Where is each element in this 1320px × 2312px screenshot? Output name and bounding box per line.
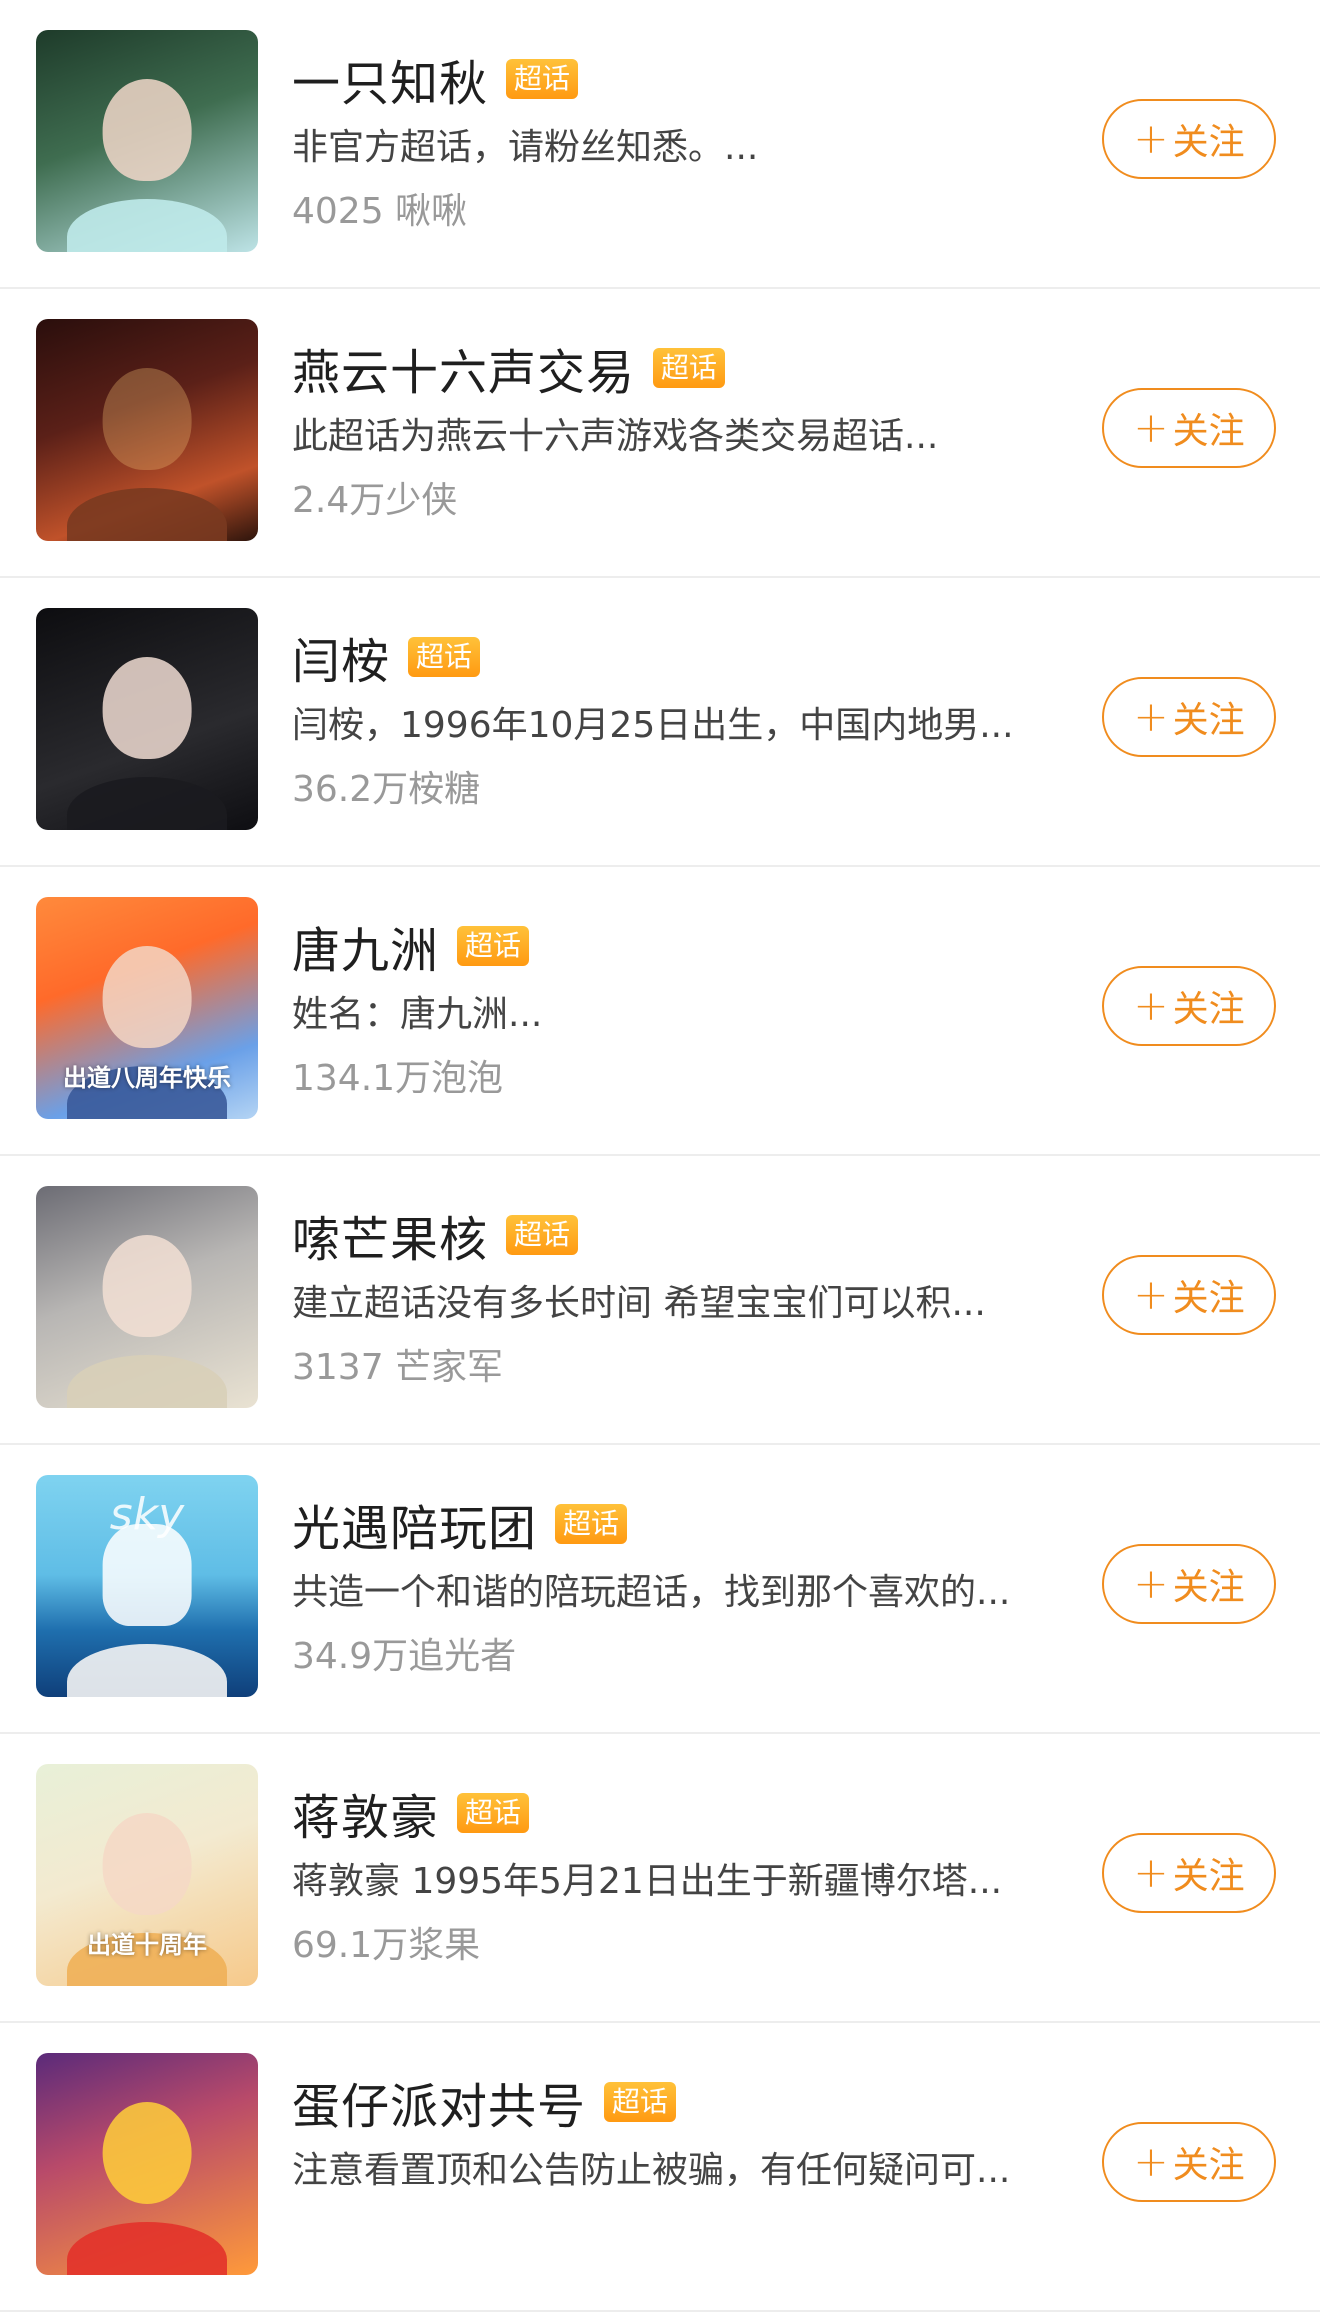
topic-avatar[interactable]: 出道八周年快乐	[36, 897, 258, 1119]
topic-description: 蒋敦豪 1995年5月21日出生于新疆博尔塔...	[292, 1861, 1003, 1902]
title-line: 闫桉 超话	[292, 622, 481, 692]
avatar-caption: 出道十周年	[87, 1930, 207, 1959]
list-item[interactable]: 一只知秋 超话 非官方超话，请粉丝知悉。... 4025 啾啾 + 关注	[0, 0, 1320, 289]
topic-avatar[interactable]: sky	[36, 1475, 258, 1697]
plus-icon: +	[1133, 403, 1169, 452]
avatar-caption: 出道八周年快乐	[63, 1063, 231, 1092]
supertopic-badge: 超话	[457, 1793, 530, 1833]
topic-avatar[interactable]	[36, 2053, 258, 2275]
title-line: 蛋仔派对共号 超话	[292, 2067, 677, 2137]
list-item[interactable]: sky 光遇陪玩团 超话 共造一个和谐的陪玩超话，找到那个喜欢的... 34.9…	[0, 1445, 1320, 1734]
list-item[interactable]: 出道十周年 蒋敦豪 超话 蒋敦豪 1995年5月21日出生于新疆博尔塔... 6…	[0, 1734, 1320, 2023]
topic-description: 闫桉，1996年10月25日出生，中国内地男...	[292, 705, 1014, 746]
topic-avatar[interactable]: 出道十周年	[36, 1764, 258, 1986]
supertopic-badge: 超话	[604, 2082, 677, 2122]
avatar-face	[102, 2101, 192, 2204]
title-line: 蒋敦豪 超话	[292, 1778, 530, 1848]
avatar-face	[102, 656, 192, 759]
follow-button[interactable]: + 关注	[1102, 2122, 1276, 2202]
supertopic-list: 一只知秋 超话 非官方超话，请粉丝知悉。... 4025 啾啾 + 关注 燕云十…	[0, 0, 1320, 2312]
topic-follower-count: 2.4万少侠	[292, 480, 458, 521]
follow-label: 关注	[1172, 122, 1245, 163]
supertopic-badge: 超话	[457, 926, 530, 966]
plus-icon: +	[1133, 1559, 1169, 1608]
plus-icon: +	[1133, 2137, 1169, 2186]
follow-label: 关注	[1172, 989, 1245, 1030]
follow-button[interactable]: + 关注	[1102, 99, 1276, 179]
topic-description: 建立超话没有多长时间 希望宝宝们可以积...	[292, 1283, 986, 1324]
topic-description: 注意看置顶和公告防止被骗，有任何疑问可...	[292, 2150, 1011, 2191]
avatar-face	[102, 945, 192, 1048]
topic-title[interactable]: 燕云十六声交易	[292, 333, 635, 403]
follow-button[interactable]: + 关注	[1102, 388, 1276, 468]
topic-follower-count: 69.1万浆果	[292, 1925, 481, 1966]
follow-label: 关注	[1172, 411, 1245, 452]
list-item[interactable]: 出道八周年快乐 唐九洲 超话 姓名：唐九洲... 134.1万泡泡 + 关注	[0, 867, 1320, 1156]
list-item[interactable]: 嗦芒果核 超话 建立超话没有多长时间 希望宝宝们可以积... 3137 芒家军 …	[0, 1156, 1320, 1445]
topic-title[interactable]: 唐九洲	[292, 911, 439, 981]
topic-follower-count: 4025 啾啾	[292, 191, 468, 232]
follow-label: 关注	[1172, 1567, 1245, 1608]
topic-title[interactable]: 一只知秋	[292, 44, 488, 114]
avatar-body	[67, 2221, 227, 2275]
list-item[interactable]: 闫桉 超话 闫桉，1996年10月25日出生，中国内地男... 36.2万桉糖 …	[0, 578, 1320, 867]
supertopic-badge: 超话	[555, 1504, 628, 1544]
title-line: 一只知秋 超话	[292, 44, 579, 114]
list-item[interactable]: 燕云十六声交易 超话 此超话为燕云十六声游戏各类交易超话... 2.4万少侠 +…	[0, 289, 1320, 578]
follow-button[interactable]: + 关注	[1102, 966, 1276, 1046]
follow-button[interactable]: + 关注	[1102, 1544, 1276, 1624]
topic-follower-count: 3137 芒家军	[292, 1347, 504, 1388]
title-line: 燕云十六声交易 超话	[292, 333, 726, 403]
avatar-body	[67, 487, 227, 541]
supertopic-badge: 超话	[408, 637, 481, 677]
supertopic-badge: 超话	[506, 59, 579, 99]
topic-follower-count: 34.9万追光者	[292, 1636, 517, 1677]
supertopic-badge: 超话	[506, 1215, 579, 1255]
topic-avatar[interactable]	[36, 608, 258, 830]
plus-icon: +	[1133, 1848, 1169, 1897]
plus-icon: +	[1133, 981, 1169, 1030]
plus-icon: +	[1133, 114, 1169, 163]
topic-title[interactable]: 蛋仔派对共号	[292, 2067, 586, 2137]
supertopic-badge: 超话	[653, 348, 726, 388]
follow-label: 关注	[1172, 700, 1245, 741]
title-line: 嗦芒果核 超话	[292, 1200, 579, 1270]
topic-title[interactable]: 蒋敦豪	[292, 1778, 439, 1848]
plus-icon: +	[1133, 692, 1169, 741]
topic-description: 姓名：唐九洲...	[292, 994, 543, 1035]
topic-avatar[interactable]	[36, 319, 258, 541]
topic-description: 非官方超话，请粉丝知悉。...	[292, 127, 759, 168]
avatar-body	[67, 1354, 227, 1408]
topic-description: 此超话为燕云十六声游戏各类交易超话...	[292, 416, 939, 457]
list-item[interactable]: 蛋仔派对共号 超话 注意看置顶和公告防止被骗，有任何疑问可... + 关注	[0, 2023, 1320, 2312]
topic-avatar[interactable]	[36, 1186, 258, 1408]
topic-follower-count: 134.1万泡泡	[292, 1058, 504, 1099]
avatar-face	[102, 78, 192, 181]
topic-description: 共造一个和谐的陪玩超话，找到那个喜欢的...	[292, 1572, 1011, 1613]
avatar-body	[67, 198, 227, 252]
follow-button[interactable]: + 关注	[1102, 1833, 1276, 1913]
plus-icon: +	[1133, 1270, 1169, 1319]
follow-label: 关注	[1172, 1856, 1245, 1897]
avatar-logo-text: sky	[109, 1489, 185, 1540]
avatar-face	[102, 367, 192, 470]
avatar-body	[67, 776, 227, 830]
follow-label: 关注	[1172, 2145, 1245, 2186]
avatar-face	[102, 1812, 192, 1915]
topic-avatar[interactable]	[36, 30, 258, 252]
follow-button[interactable]: + 关注	[1102, 1255, 1276, 1335]
topic-follower-count: 36.2万桉糖	[292, 769, 481, 810]
follow-label: 关注	[1172, 1278, 1245, 1319]
topic-title[interactable]: 光遇陪玩团	[292, 1489, 537, 1559]
follow-button[interactable]: + 关注	[1102, 677, 1276, 757]
avatar-face	[102, 1234, 192, 1337]
topic-title[interactable]: 嗦芒果核	[292, 1200, 488, 1270]
topic-title[interactable]: 闫桉	[292, 622, 390, 692]
title-line: 唐九洲 超话	[292, 911, 530, 981]
avatar-body	[67, 1643, 227, 1697]
title-line: 光遇陪玩团 超话	[292, 1489, 628, 1559]
